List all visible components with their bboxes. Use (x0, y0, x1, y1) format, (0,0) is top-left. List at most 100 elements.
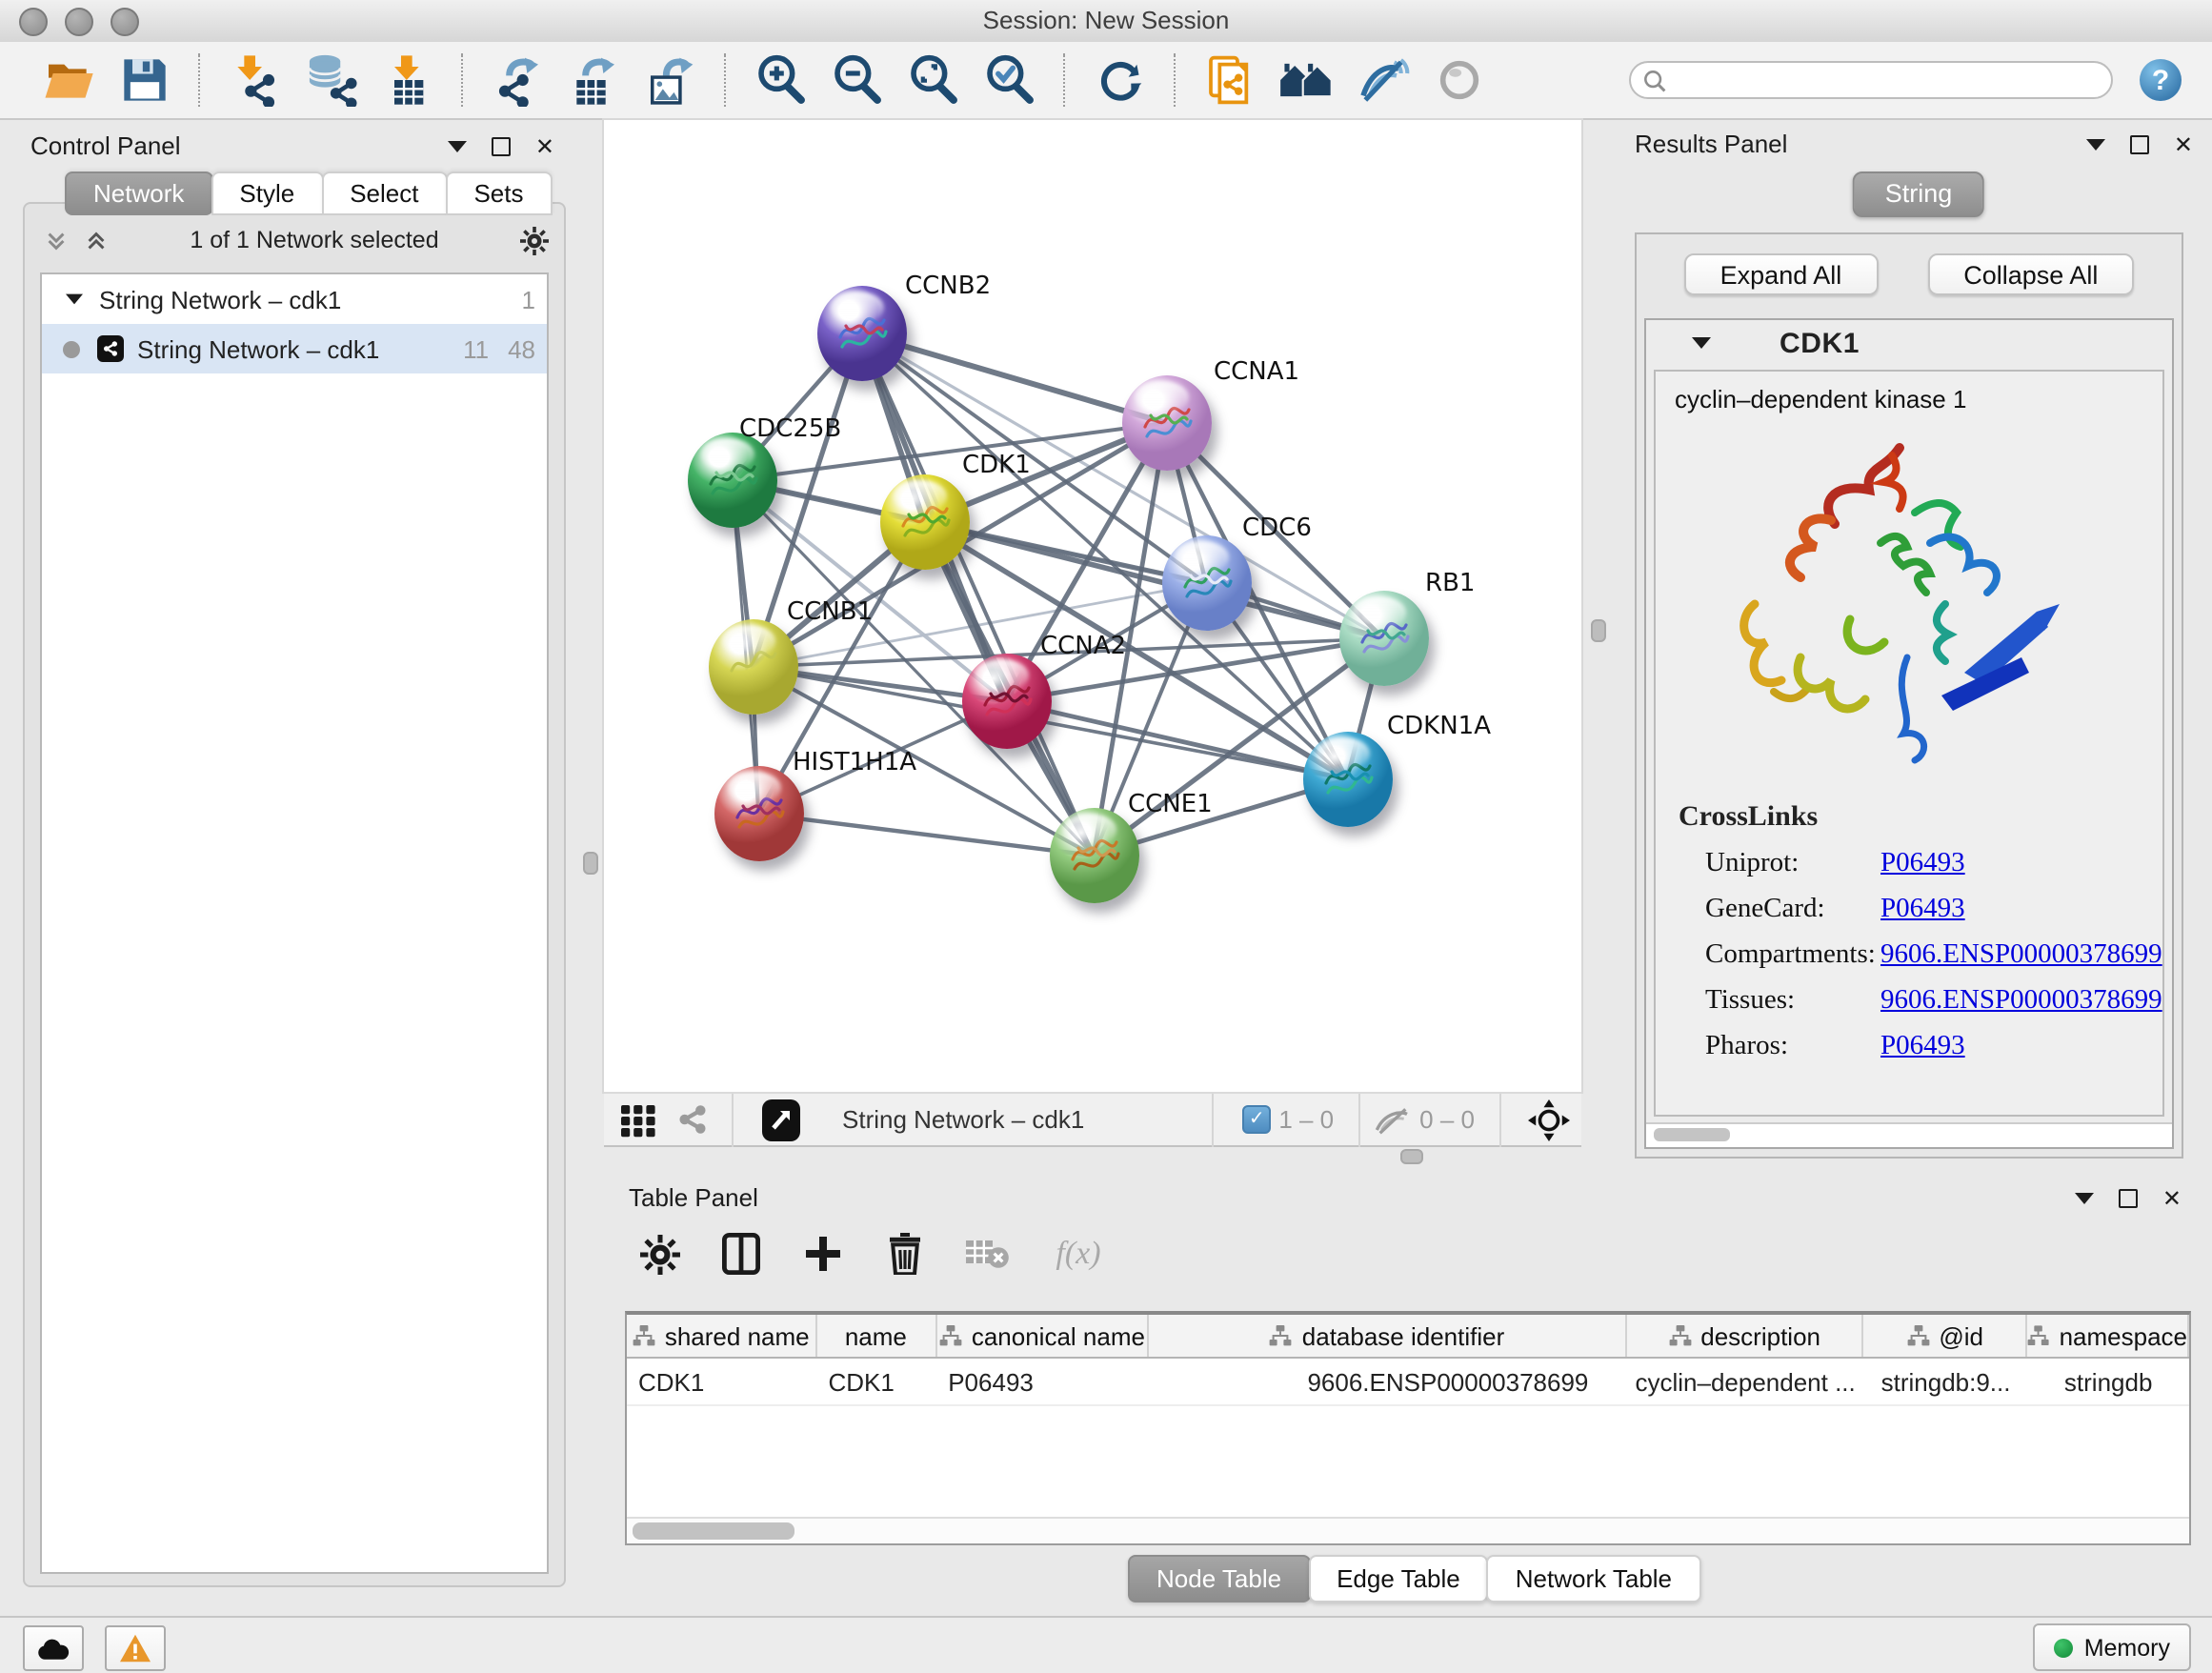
column-header-name[interactable]: name (817, 1315, 937, 1357)
table-cell-@id[interactable]: stringdb:9... (1864, 1359, 2028, 1404)
tab-edge-table[interactable]: Edge Table (1308, 1555, 1489, 1602)
export-image-icon[interactable] (642, 51, 699, 109)
network-canvas[interactable]: CCNB2CCNA1CDC25BCDK1CDC6RB1CCNB1CCNA2CDK… (604, 120, 1581, 1092)
apply-function-icon[interactable]: f(x) (1044, 1229, 1113, 1279)
cloud-button[interactable] (23, 1625, 84, 1671)
expand-all-icon[interactable] (84, 228, 109, 252)
network-share-icon[interactable] (669, 1091, 714, 1148)
grid-view-icon[interactable] (615, 1091, 661, 1148)
table-cell-canonical-name[interactable]: P06493 (936, 1359, 1149, 1404)
table-horizontal-scrollbar[interactable] (627, 1517, 2189, 1543)
crosslink-link[interactable]: 9606.ENSP00000378699 (1880, 985, 2162, 1018)
float-panel-icon[interactable] (2075, 1193, 2094, 1204)
column-header-@id[interactable]: @id (1864, 1315, 2028, 1357)
delete-column-icon[interactable] (880, 1229, 930, 1279)
network-node-CCNB1[interactable] (708, 619, 797, 715)
collapse-all-button[interactable]: Collapse All (1927, 253, 2134, 295)
column-header-description[interactable]: description (1626, 1315, 1863, 1357)
table-cell-shared-name[interactable]: CDK1 (627, 1359, 817, 1404)
save-session-icon[interactable] (116, 51, 173, 109)
birds-eye-view-button[interactable] (756, 1091, 806, 1148)
gene-section-header[interactable]: CDK1 (1646, 320, 2172, 366)
network-node-CCNE1[interactable] (1049, 808, 1138, 903)
expand-all-button[interactable]: Expand All (1684, 253, 1879, 295)
column-header-shared-name[interactable]: shared name (627, 1315, 817, 1357)
collapse-all-icon[interactable] (44, 228, 69, 252)
network-node-CDC6[interactable] (1161, 535, 1251, 631)
network-node-CCNA1[interactable] (1121, 375, 1211, 471)
column-header-canonical-name[interactable]: canonical name (936, 1315, 1149, 1357)
tab-network-table[interactable]: Network Table (1487, 1555, 1700, 1602)
export-table-icon[interactable] (566, 51, 623, 109)
splitter-handle-bottom[interactable] (1400, 1149, 1423, 1164)
table-cell-database-identifier[interactable]: 9606.ENSP00000378699 (1150, 1359, 1627, 1404)
network-node-CCNA2[interactable] (961, 654, 1051, 749)
close-panel-icon[interactable]: ✕ (535, 137, 554, 156)
network-node-CCNB2[interactable] (816, 286, 906, 381)
splitter-handle-right[interactable] (1591, 619, 1606, 642)
show-graphics-details-icon[interactable] (1431, 51, 1488, 109)
tab-sets[interactable]: Sets (445, 171, 552, 215)
zoom-out-icon[interactable] (829, 51, 886, 109)
import-network-from-database-icon[interactable] (303, 51, 360, 109)
tab-string[interactable]: String (1853, 171, 1985, 217)
tab-style[interactable]: Style (211, 171, 323, 215)
column-header-namespace[interactable]: namespace (2027, 1315, 2189, 1357)
hidden-eye-icon[interactable] (1374, 1104, 1412, 1135)
warning-button[interactable] (105, 1625, 166, 1671)
import-string-network-icon[interactable] (1202, 51, 1259, 109)
zoom-in-icon[interactable] (753, 51, 810, 109)
reposition-crosshair-icon[interactable] (1524, 1091, 1574, 1148)
selected-checkbox-icon[interactable]: ✓ (1242, 1105, 1271, 1134)
results-scrollbar[interactable] (1646, 1122, 2172, 1147)
collapse-triangle-icon[interactable] (1692, 337, 1711, 349)
search-input[interactable] (1667, 65, 2100, 95)
collapse-triangle-icon[interactable] (66, 294, 83, 305)
network-node-CDK1[interactable] (879, 474, 969, 570)
splitter-handle-left[interactable] (583, 852, 598, 875)
table-cell-description[interactable]: cyclin–dependent ... (1626, 1359, 1863, 1404)
column-header-database-identifier[interactable]: database identifier (1150, 1315, 1627, 1357)
tab-select[interactable]: Select (321, 171, 447, 215)
maximize-panel-icon[interactable] (2119, 1189, 2138, 1208)
network-edge[interactable] (861, 333, 1166, 423)
zoom-selected-icon[interactable] (981, 51, 1038, 109)
network-node-CDKN1A[interactable] (1302, 732, 1392, 827)
open-session-icon[interactable] (40, 51, 97, 109)
table-cell-namespace[interactable]: stringdb (2027, 1359, 2189, 1404)
clear-table-icon[interactable] (962, 1229, 1012, 1279)
table-row[interactable]: CDK1CDK1P064939606.ENSP00000378699cyclin… (627, 1359, 2189, 1406)
tab-node-table[interactable]: Node Table (1128, 1555, 1310, 1602)
network-edges-layer[interactable] (604, 120, 1581, 1092)
network-collection-row[interactable]: String Network – cdk1 1 (42, 274, 547, 324)
show-columns-icon[interactable] (716, 1229, 766, 1279)
crosslink-link[interactable]: 9606.ENSP00000378699 (1880, 939, 2162, 972)
network-node-RB1[interactable] (1338, 591, 1428, 686)
import-table-from-file-icon[interactable] (379, 51, 436, 109)
import-network-from-file-icon[interactable] (227, 51, 284, 109)
hide-graphics-details-icon[interactable] (1355, 51, 1412, 109)
add-column-icon[interactable] (798, 1229, 848, 1279)
maximize-panel-icon[interactable] (2130, 135, 2149, 154)
close-panel-icon[interactable]: ✕ (2162, 1189, 2182, 1208)
table-cell-name[interactable]: CDK1 (817, 1359, 937, 1404)
table-settings-gear-icon[interactable] (634, 1229, 684, 1279)
maximize-panel-icon[interactable] (492, 137, 511, 156)
tab-network[interactable]: Network (65, 171, 212, 215)
zoom-fit-content-icon[interactable] (905, 51, 962, 109)
crosslink-link[interactable]: P06493 (1880, 848, 1965, 880)
network-edge[interactable] (924, 522, 1383, 638)
export-network-icon[interactable] (490, 51, 547, 109)
network-edge[interactable] (758, 814, 1094, 856)
apply-preferred-layout-icon[interactable] (1092, 51, 1149, 109)
network-node-HIST1H1A[interactable] (714, 766, 803, 861)
crosslink-link[interactable]: P06493 (1880, 1031, 1965, 1063)
help-button[interactable]: ? (2140, 59, 2182, 101)
memory-button[interactable]: Memory (2033, 1623, 2191, 1671)
float-panel-icon[interactable] (448, 141, 467, 152)
table-scrollbar-thumb[interactable] (633, 1522, 794, 1540)
network-edge[interactable] (1006, 701, 1347, 779)
gear-icon[interactable] (520, 226, 549, 254)
close-panel-icon[interactable]: ✕ (2174, 135, 2193, 154)
float-panel-icon[interactable] (2086, 139, 2105, 151)
